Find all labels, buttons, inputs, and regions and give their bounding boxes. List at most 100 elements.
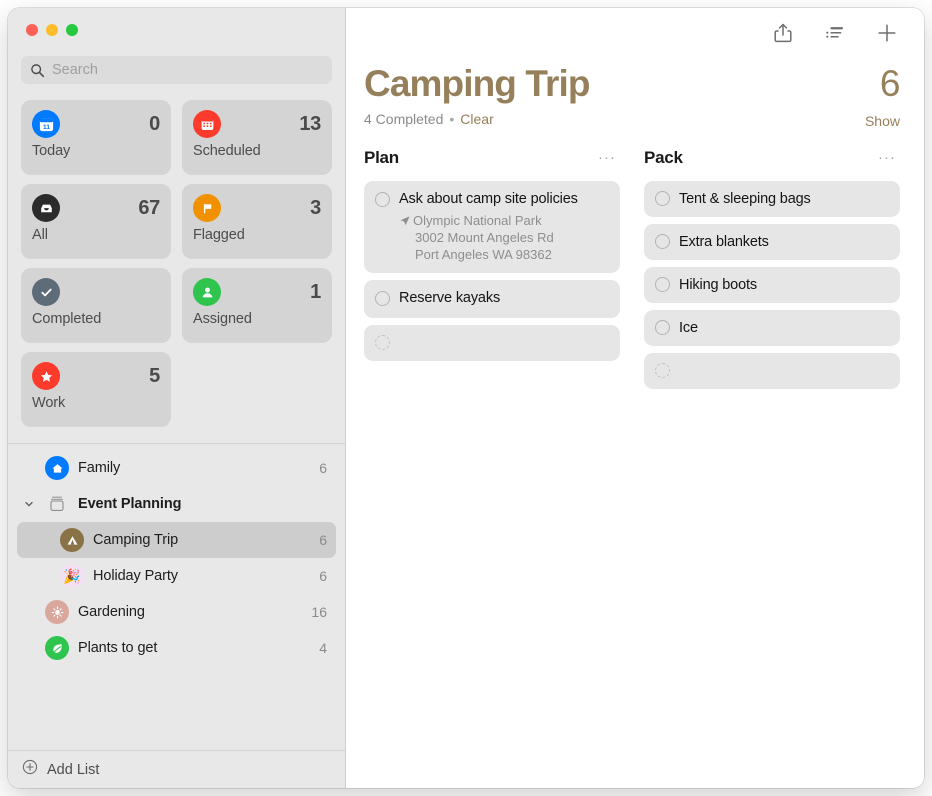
reminder-checkbox[interactable] [375, 192, 390, 207]
reminder-checkbox-placeholder[interactable] [375, 335, 390, 350]
reminder-item[interactable]: Tent & sleeping bags [644, 181, 900, 217]
smart-list-count: 0 [149, 113, 160, 136]
tray-icon [32, 194, 60, 222]
minimize-button[interactable] [46, 24, 58, 36]
completed-summary: 4 Completed • Clear [364, 111, 590, 127]
disclosure-spacer [22, 605, 36, 619]
sidebar-item-label: Holiday Party [93, 568, 310, 584]
search-input[interactable] [52, 62, 323, 78]
location-arrow-icon [399, 212, 411, 263]
sidebar-group-event-planning[interactable]: Event Planning [17, 486, 336, 522]
group-title: Pack [644, 148, 683, 168]
star-icon [32, 362, 60, 390]
smart-list-count: 3 [310, 197, 321, 220]
chevron-down-icon[interactable] [22, 497, 36, 511]
sidebar-item-count: 16 [311, 604, 327, 620]
reminder-title: Extra blankets [679, 233, 889, 252]
smart-list-flagged[interactable]: 3 Flagged [182, 184, 332, 259]
search-icon [30, 63, 45, 78]
smart-list-work[interactable]: 5 Work [21, 352, 171, 427]
group-title: Plan [364, 148, 399, 168]
group-header: Plan ··· [364, 145, 620, 171]
sidebar-item-camping-trip[interactable]: Camping Trip 6 [17, 522, 336, 558]
reminder-location: Olympic National Park 3002 Mount Angeles… [399, 212, 609, 263]
reminder-item[interactable]: Extra blankets [644, 224, 900, 260]
add-list-button[interactable]: Add List [8, 750, 345, 788]
flag-icon [193, 194, 221, 222]
reminder-new-item[interactable] [644, 353, 900, 389]
completed-count-label: 4 Completed [364, 111, 443, 127]
disclosure-spacer [22, 461, 36, 475]
plus-circle-icon [22, 759, 38, 780]
smart-list-count: 5 [149, 365, 160, 388]
reminder-title: Ice [679, 319, 889, 338]
smart-list-all[interactable]: 67 All [21, 184, 171, 259]
sidebar-item-count: 4 [319, 640, 327, 656]
close-button[interactable] [26, 24, 38, 36]
sidebar-item-count: 6 [319, 460, 327, 476]
smart-list-assigned[interactable]: 1 Assigned [182, 268, 332, 343]
folder-icon [45, 492, 69, 516]
show-completed-button[interactable]: Show [865, 113, 900, 129]
sidebar-item-plants-to-get[interactable]: Plants to get 4 [17, 630, 336, 666]
sidebar-item-label: Family [78, 460, 310, 476]
group-menu-button[interactable]: ··· [596, 154, 618, 162]
main-content: Camping Trip 4 Completed • Clear 6 Show … [346, 8, 924, 788]
sidebar-item-label: Plants to get [78, 640, 310, 656]
reminder-checkbox[interactable] [655, 277, 670, 292]
sidebar-item-count: 6 [319, 568, 327, 584]
reminder-checkbox-placeholder[interactable] [655, 363, 670, 378]
reminder-checkbox[interactable] [655, 320, 670, 335]
sidebar-item-label: Camping Trip [93, 532, 310, 548]
window-traffic-lights [8, 8, 345, 50]
reminder-item[interactable]: Hiking boots [644, 267, 900, 303]
house-icon [45, 456, 69, 480]
add-list-label: Add List [47, 762, 99, 778]
calendar-day-icon: 11 [32, 110, 60, 138]
smart-list-scheduled[interactable]: 13 Scheduled [182, 100, 332, 175]
disclosure-spacer [22, 641, 36, 655]
reminder-checkbox[interactable] [375, 291, 390, 306]
reminder-new-item[interactable] [364, 325, 620, 361]
smart-list-label: Work [32, 395, 160, 411]
smart-list-grid: 11 0 Today [8, 84, 345, 441]
reminder-checkbox[interactable] [655, 234, 670, 249]
page-title: Camping Trip [364, 64, 590, 104]
location-line: 3002 Mount Angeles Rd [413, 229, 554, 246]
add-icon[interactable] [874, 20, 900, 46]
sidebar-group-label: Event Planning [78, 496, 318, 512]
reminder-item[interactable]: Ice [644, 310, 900, 346]
list-view-icon[interactable] [822, 20, 848, 46]
app-window: 11 0 Today [8, 8, 924, 788]
sidebar-item-family[interactable]: Family 6 [17, 450, 336, 486]
smart-list-label: All [32, 227, 160, 243]
smart-list-label: Flagged [193, 227, 321, 243]
leaf-icon [45, 636, 69, 660]
reminder-item[interactable]: Reserve kayaks [364, 280, 620, 318]
zoom-button[interactable] [66, 24, 78, 36]
calendar-icon [193, 110, 221, 138]
smart-list-completed[interactable]: Completed [21, 268, 171, 343]
reminder-item[interactable]: Ask about camp site policies Olympic Nat… [364, 181, 620, 273]
reminder-title: Tent & sleeping bags [679, 190, 889, 209]
reminder-title: Hiking boots [679, 276, 889, 295]
group-columns: Plan ··· Ask about camp site policies [346, 129, 924, 389]
sidebar-item-gardening[interactable]: Gardening 16 [17, 594, 336, 630]
reminder-list: Tent & sleeping bags Extra blankets Hiki… [644, 181, 900, 389]
checkmark-icon [32, 278, 60, 306]
person-icon [193, 278, 221, 306]
tent-icon [60, 528, 84, 552]
reminder-total-count: 6 [880, 64, 900, 104]
group-menu-button[interactable]: ··· [876, 154, 898, 162]
smart-list-today[interactable]: 11 0 Today [21, 100, 171, 175]
clear-button[interactable]: Clear [460, 111, 493, 127]
toolbar [346, 8, 924, 58]
smart-list-label: Today [32, 143, 160, 159]
group-header: Pack ··· [644, 145, 900, 171]
smart-list-count: 67 [138, 197, 160, 220]
share-icon[interactable] [770, 20, 796, 46]
sidebar-item-holiday-party[interactable]: 🎉 Holiday Party 6 [17, 558, 336, 594]
search-box[interactable] [21, 56, 332, 84]
reminder-checkbox[interactable] [655, 191, 670, 206]
smart-list-label: Completed [32, 311, 160, 327]
